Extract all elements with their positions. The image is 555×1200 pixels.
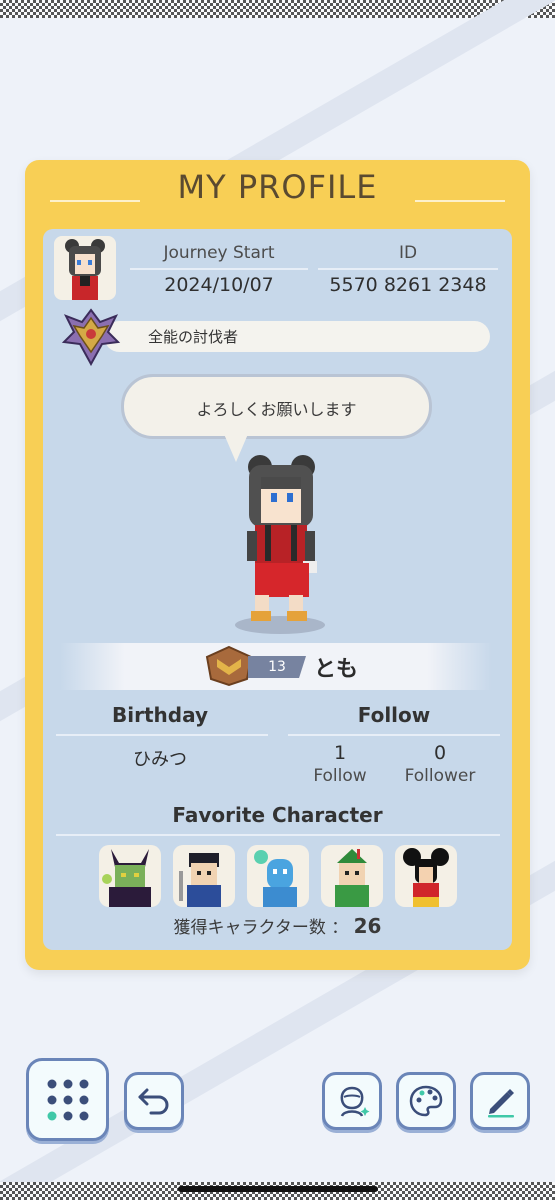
back-arrow-icon xyxy=(138,1088,169,1115)
journey-start-label: Journey Start xyxy=(163,243,275,263)
palette-icon xyxy=(409,1085,443,1117)
divider xyxy=(56,734,268,736)
follower-count-label[interactable]: Follower xyxy=(390,766,490,786)
id-value: 5570 8261 2348 xyxy=(329,274,487,296)
card-title: MY PROFILE xyxy=(177,168,378,206)
edit-button[interactable] xyxy=(470,1072,530,1130)
favorite-character-1[interactable] xyxy=(99,845,161,907)
character-sprite xyxy=(225,455,335,635)
id-label: ID xyxy=(398,243,418,263)
divider xyxy=(318,268,498,270)
journey-start-value: 2024/10/07 xyxy=(164,274,274,296)
favorite-heading: Favorite Character xyxy=(172,803,383,827)
divider xyxy=(56,834,500,836)
palette-button[interactable] xyxy=(396,1072,456,1130)
owned-count-value: 26 xyxy=(353,914,382,938)
favorite-character-5[interactable] xyxy=(395,845,457,907)
home-indicator[interactable] xyxy=(178,1186,378,1192)
avatar-edit-icon xyxy=(340,1086,370,1117)
rank-badge-icon xyxy=(205,645,253,687)
owned-character-count: 獲得キャラクター数 ： 26 xyxy=(0,913,555,938)
divider xyxy=(288,734,500,736)
follow-heading: Follow xyxy=(357,703,431,727)
divider xyxy=(130,268,308,270)
pencil-icon xyxy=(488,1089,514,1118)
owned-count-label: 獲得キャラクター数 ： xyxy=(173,918,349,938)
top-checker-border xyxy=(0,0,555,18)
honor-title-text: 全能の討伐者 xyxy=(148,328,239,346)
follow-count-label[interactable]: Follow xyxy=(290,766,390,786)
favorite-character-2[interactable] xyxy=(173,845,235,907)
favorite-character-3[interactable] xyxy=(247,845,309,907)
back-button[interactable] xyxy=(124,1072,184,1130)
avatar-thumbnail[interactable] xyxy=(54,236,116,300)
greeting-text: よろしくお願いします xyxy=(196,400,357,419)
birthday-value: ひみつ xyxy=(133,749,187,770)
birthday-heading: Birthday xyxy=(112,703,208,727)
player-level: 13 xyxy=(248,656,306,678)
follower-count[interactable]: 0 xyxy=(400,742,480,764)
grid-menu-icon xyxy=(47,1079,88,1120)
favorite-character-4[interactable] xyxy=(321,845,383,907)
follow-count[interactable]: 1 xyxy=(300,742,380,764)
menu-button[interactable] xyxy=(26,1058,109,1141)
avatar-edit-button[interactable] xyxy=(322,1072,382,1130)
player-name: とも xyxy=(314,657,359,682)
honor-emblem-icon xyxy=(60,308,122,367)
